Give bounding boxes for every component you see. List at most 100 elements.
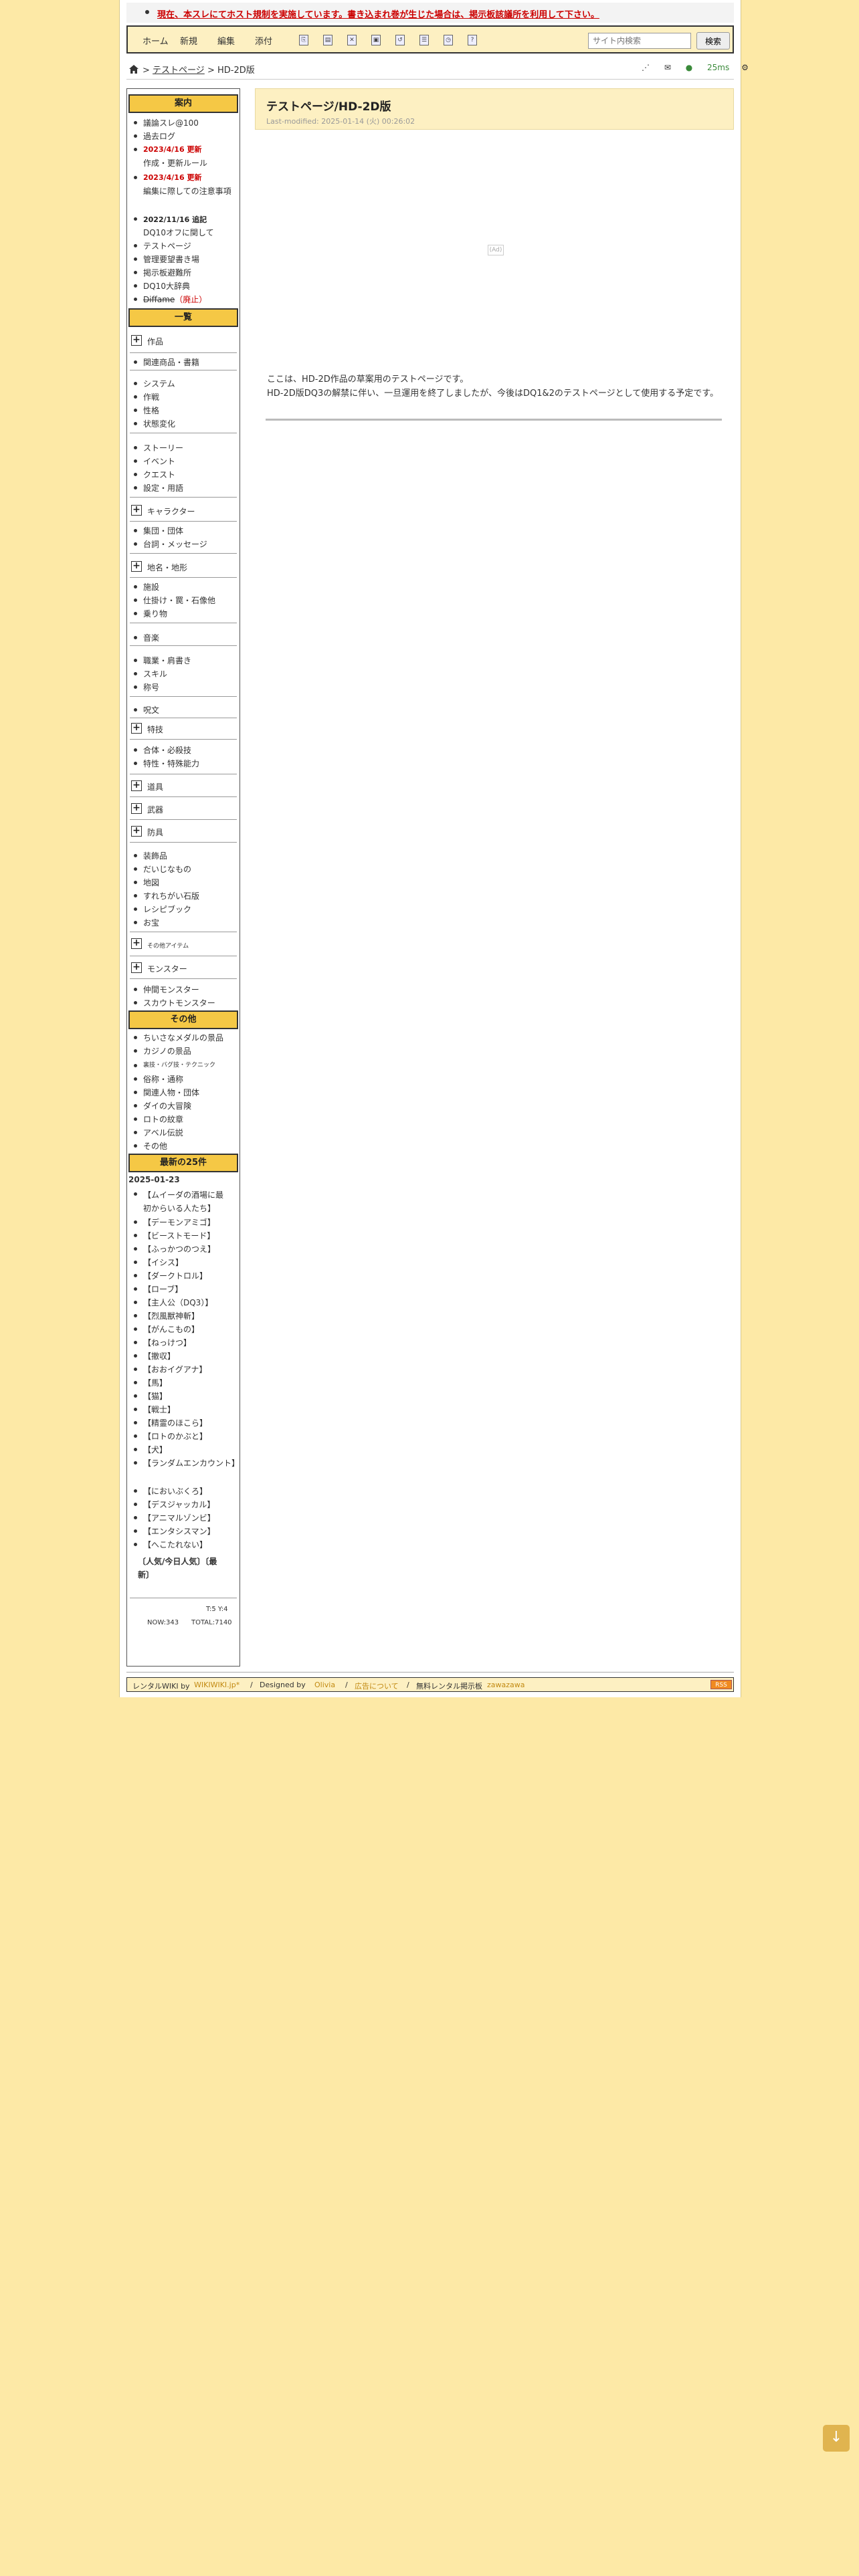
recent-item[interactable]: 【おおイグアナ】	[134, 1364, 207, 1375]
backup-icon[interactable]: ↺	[395, 35, 405, 45]
copy-icon[interactable]: ⎘	[299, 35, 308, 45]
expand-icon[interactable]: +	[131, 505, 142, 516]
notice-link[interactable]: 現在、本スレにてホスト規制を実施しています。書き込まれ巻が生じた場合は、掲示板該…	[157, 7, 599, 20]
sidebar-item[interactable]: 防具	[147, 827, 163, 838]
footer-link[interactable]: zawazawa	[487, 1681, 525, 1689]
scroll-down-button[interactable]: ↓	[823, 2425, 850, 2452]
sidebar-item[interactable]: DQ10オフに関して	[143, 227, 214, 238]
sidebar-item[interactable]: 掲示板避難所	[133, 267, 191, 278]
nav-edit[interactable]: 編集	[217, 34, 235, 47]
recent-item[interactable]: 【がんこもの】	[133, 1323, 199, 1335]
sidebar-item[interactable]: その他アイテム	[147, 941, 189, 950]
sidebar-item[interactable]: 俗称・通称	[133, 1073, 183, 1085]
search-input[interactable]	[588, 33, 691, 49]
sidebar-item[interactable]: スカウトモンスター	[134, 997, 215, 1008]
footer-link[interactable]: Olivia	[314, 1681, 335, 1689]
recent-item[interactable]: 【烈風獣神斬】	[133, 1310, 199, 1321]
sidebar-item[interactable]: 特技	[147, 724, 163, 735]
sidebar-item[interactable]: 関連商品・書籍	[133, 356, 199, 368]
nav-home[interactable]: ホーム	[142, 34, 169, 47]
recent-icon[interactable]: ◷	[444, 35, 453, 45]
sidebar-item[interactable]: 仲間モンスター	[134, 984, 199, 995]
sidebar-item[interactable]: キャラクター	[147, 506, 195, 517]
sidebar-item[interactable]: だいじなもの	[133, 863, 191, 875]
sidebar-item[interactable]: ダイの大冒険	[133, 1100, 191, 1111]
page-icon[interactable]: ▤	[323, 35, 332, 45]
sidebar-item[interactable]: 裏技・バグ技・テクニック	[133, 1060, 215, 1069]
sidebar-item-diffame[interactable]: Diffame（廃止）	[133, 294, 207, 305]
sidebar-item[interactable]: 状態変化	[133, 418, 175, 429]
popular-links[interactable]: 〔人気/今日人気〕〔最新〕	[138, 1555, 225, 1582]
share-icon[interactable]: ⋰	[642, 63, 650, 72]
sidebar-item[interactable]: 施設	[133, 581, 159, 593]
expand-icon[interactable]: +	[131, 803, 142, 814]
sidebar-item[interactable]: 編集に際しての注意事項	[143, 185, 231, 197]
recent-item[interactable]: 【ふっかつのつえ】	[133, 1243, 215, 1255]
recent-item[interactable]: 【ランダムエンカウント】	[133, 1457, 240, 1469]
recent-item[interactable]: 【ローブ】	[133, 1283, 183, 1295]
recent-item[interactable]: 【へこたれない】	[133, 1539, 207, 1550]
sidebar-item[interactable]: 呪文	[133, 704, 159, 716]
sidebar-item[interactable]: クエスト	[133, 469, 175, 480]
recent-item[interactable]: 【デーモンアミゴ】	[134, 1216, 215, 1228]
footer-link[interactable]: WIKIWIKI.jp*	[194, 1681, 240, 1689]
sidebar-item[interactable]: 設定・用語	[133, 482, 183, 494]
recent-item[interactable]: 【ねっけつ】	[133, 1337, 191, 1348]
search-button[interactable]: 検索	[696, 32, 730, 49]
sidebar-item[interactable]: ちいさなメダルの景品	[133, 1032, 223, 1043]
sidebar-item[interactable]: モンスター	[147, 963, 187, 974]
recent-item[interactable]: 【犬】	[133, 1444, 167, 1455]
ad-placeholder[interactable]: (Ad)	[488, 245, 504, 255]
recent-item[interactable]: 【アニマルゾンビ】	[134, 1512, 215, 1523]
sidebar-item[interactable]: 作成・更新ルール	[143, 157, 207, 169]
sidebar-item[interactable]: 性格	[133, 405, 159, 416]
recent-item[interactable]: 【においぶくろ】	[133, 1485, 207, 1497]
nav-attach[interactable]: 添付	[255, 34, 272, 47]
expand-icon[interactable]: +	[131, 561, 142, 572]
sidebar-item[interactable]: 管理要望書き場	[133, 253, 199, 265]
sidebar-item[interactable]: 装飾品	[133, 850, 167, 861]
breadcrumb-parent[interactable]: テストページ	[153, 66, 205, 76]
gear-icon[interactable]: ⚙	[741, 63, 749, 72]
sidebar-item[interactable]: レシピブック	[133, 903, 191, 915]
expand-icon[interactable]: +	[131, 335, 142, 346]
sidebar-item[interactable]: アベル伝説	[134, 1127, 183, 1138]
sidebar-item[interactable]: イベント	[133, 455, 175, 467]
recent-item[interactable]: 【精霊のほこら】	[133, 1417, 207, 1428]
home-icon[interactable]	[129, 65, 138, 74]
sidebar-item[interactable]: 議論スレ@100	[134, 117, 199, 128]
recent-item[interactable]: 【イシス】	[133, 1257, 183, 1268]
sidebar-item[interactable]: 地図	[133, 877, 159, 888]
sidebar-item[interactable]: 合体・必殺技	[133, 744, 191, 756]
recent-item[interactable]: 【デスジャッカル】	[133, 1499, 215, 1510]
expand-icon[interactable]: +	[131, 938, 142, 949]
help-icon[interactable]: ?	[468, 35, 477, 45]
sidebar-item[interactable]: ロトの紋章	[133, 1113, 183, 1125]
sidebar-item[interactable]: カジノの景品	[134, 1045, 191, 1057]
sidebar-item[interactable]: システム	[134, 378, 175, 389]
recent-item[interactable]: 【主人公（DQ3）】	[133, 1297, 213, 1308]
recent-item[interactable]: 【馬】	[133, 1377, 167, 1388]
sidebar-item[interactable]: DQ10大辞典	[134, 280, 190, 292]
recent-item[interactable]: 【ビーストモード】	[133, 1230, 215, 1241]
sidebar-item[interactable]: 道具	[147, 781, 163, 792]
sidebar-item[interactable]: 特性・特殊能力	[133, 758, 199, 769]
sidebar-item[interactable]: 武器	[147, 804, 163, 815]
sidebar-item[interactable]: テストページ	[134, 240, 191, 251]
sidebar-item[interactable]: 乗り物	[133, 608, 167, 619]
recent-item[interactable]: 【ロトのかぶと】	[133, 1430, 207, 1442]
footer-link[interactable]: 広告について	[355, 1681, 399, 1691]
list-icon[interactable]: ☰	[419, 35, 429, 45]
recent-item[interactable]: 【撤収】	[133, 1350, 175, 1362]
expand-icon[interactable]: +	[131, 780, 142, 791]
sidebar-item[interactable]: 地名・地形	[147, 562, 187, 573]
mail-icon[interactable]: ✉	[664, 63, 671, 72]
sidebar-item[interactable]: 称号	[133, 681, 159, 693]
recent-item[interactable]: 【戦士】	[133, 1404, 175, 1415]
sidebar-item[interactable]: ストーリー	[133, 442, 183, 453]
sidebar-item[interactable]: 関連人物・団体	[133, 1087, 199, 1098]
rss-icon[interactable]: RSS	[710, 1680, 732, 1689]
diff-icon[interactable]: ✕	[347, 35, 357, 45]
save-icon[interactable]: ▣	[371, 35, 381, 45]
sidebar-item[interactable]: 作品	[147, 336, 163, 347]
